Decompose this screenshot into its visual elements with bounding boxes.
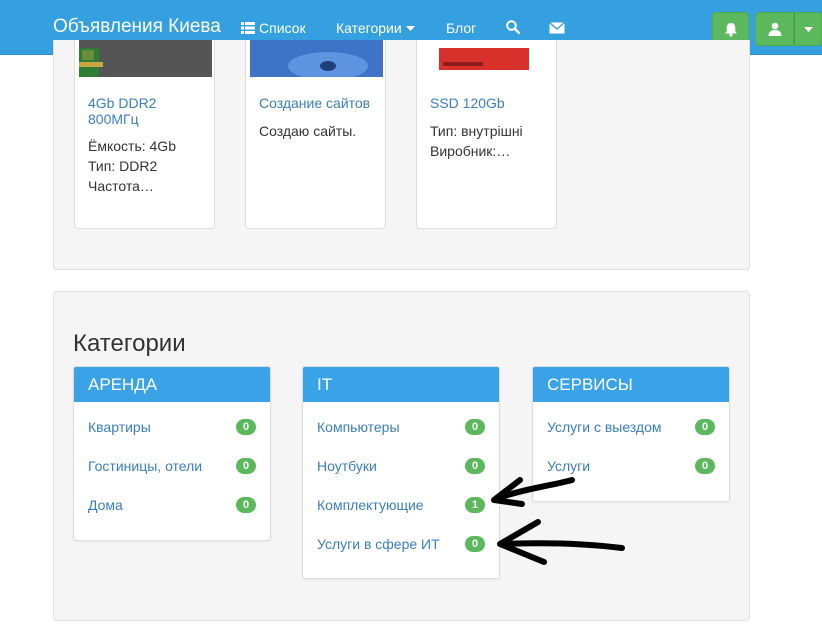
category-link[interactable]: Дома [88, 497, 123, 513]
count-badge: 0 [236, 458, 256, 474]
arrow-annotation [497, 519, 625, 565]
category-group-header[interactable]: АРЕНДА [74, 367, 270, 402]
category-link[interactable]: Услуги в сфере ИТ [317, 536, 440, 552]
category-item[interactable]: Комплектующие 1 [303, 485, 499, 524]
listing-card[interactable]: Создание сайтов Создаю сайты. [245, 40, 386, 229]
category-item[interactable]: Квартиры 0 [74, 407, 270, 446]
nav-blog-label: Блог [446, 20, 477, 36]
category-link[interactable]: Гостиницы, отели [88, 458, 202, 474]
nav-list-label: Список [259, 20, 306, 36]
list-icon [241, 22, 255, 34]
bell-icon [724, 22, 737, 37]
listing-card[interactable]: SSD 120Gb Тип: внутрішні Виробник:… [416, 40, 557, 229]
nav-list[interactable]: Список [241, 20, 306, 36]
category-link[interactable]: Ноутбуки [317, 458, 377, 474]
listing-image[interactable] [79, 40, 212, 77]
category-link[interactable]: Услуги с выездом [547, 419, 662, 435]
category-item[interactable]: Гостиницы, отели 0 [74, 446, 270, 485]
listing-title[interactable]: 4Gb DDR2 800МГц [88, 95, 208, 127]
listing-desc-line: Ёмкость: 4Gb [88, 138, 176, 154]
category-item[interactable]: Компьютеры 0 [303, 407, 499, 446]
count-badge: 0 [465, 419, 485, 435]
category-link[interactable]: Квартиры [88, 419, 151, 435]
latest-listings-panel: 4Gb DDR2 800МГц Ёмкость: 4Gb Тип: DDR2 Ч… [53, 40, 750, 270]
listing-card[interactable]: 4Gb DDR2 800МГц Ёмкость: 4Gb Тип: DDR2 Ч… [74, 40, 215, 229]
caret-down-icon [405, 25, 415, 31]
user-icon [768, 22, 781, 36]
count-badge: 0 [236, 419, 256, 435]
envelope-icon[interactable] [549, 22, 565, 34]
listing-image[interactable] [250, 40, 383, 77]
category-group-header[interactable]: СЕРВИСЫ [533, 367, 729, 402]
category-item[interactable]: Ноутбуки 0 [303, 446, 499, 485]
listing-title[interactable]: SSD 120Gb [430, 95, 550, 111]
user-menu-toggle[interactable] [794, 12, 822, 46]
listing-desc-line: Тип: DDR2 [88, 158, 158, 174]
listing-desc-line: Тип: внутрішні [430, 123, 523, 139]
category-link[interactable]: Комплектующие [317, 497, 424, 513]
nav-blog[interactable]: Блог [446, 20, 476, 36]
user-menu-button[interactable] [755, 12, 794, 46]
listing-desc-line: Создаю сайты. [259, 123, 357, 139]
count-badge: 0 [695, 419, 715, 435]
category-item[interactable]: Услуги с выездом 0 [533, 407, 729, 446]
category-group-it: IT Компьютеры 0 Ноутбуки 0 Комплектующие… [302, 366, 500, 579]
category-item[interactable]: Дома 0 [74, 485, 270, 524]
search-icon[interactable] [506, 20, 520, 34]
nav-categories-label: Категории [336, 20, 402, 36]
category-group-header[interactable]: IT [303, 367, 499, 402]
arrow-annotation [491, 477, 575, 507]
listing-image[interactable] [421, 40, 554, 77]
annotation-arrows [491, 477, 625, 565]
category-link[interactable]: Компьютеры [317, 419, 400, 435]
count-badge: 0 [236, 497, 256, 513]
category-item[interactable]: Услуги в сфере ИТ 0 [303, 524, 499, 563]
listing-desc-line: Частота… [88, 178, 154, 194]
count-badge: 0 [695, 458, 715, 474]
caret-down-icon [803, 26, 813, 32]
listing-title[interactable]: Создание сайтов [259, 95, 379, 111]
listing-desc-line: Виробник:… [430, 143, 511, 159]
nav-categories-dropdown[interactable]: Категории [336, 20, 415, 36]
category-group-rent: АРЕНДА Квартиры 0 Гостиницы, отели 0 Дом… [73, 366, 271, 541]
brand-link[interactable]: Объявления Киева [53, 16, 221, 38]
categories-title: Категории [73, 330, 186, 357]
